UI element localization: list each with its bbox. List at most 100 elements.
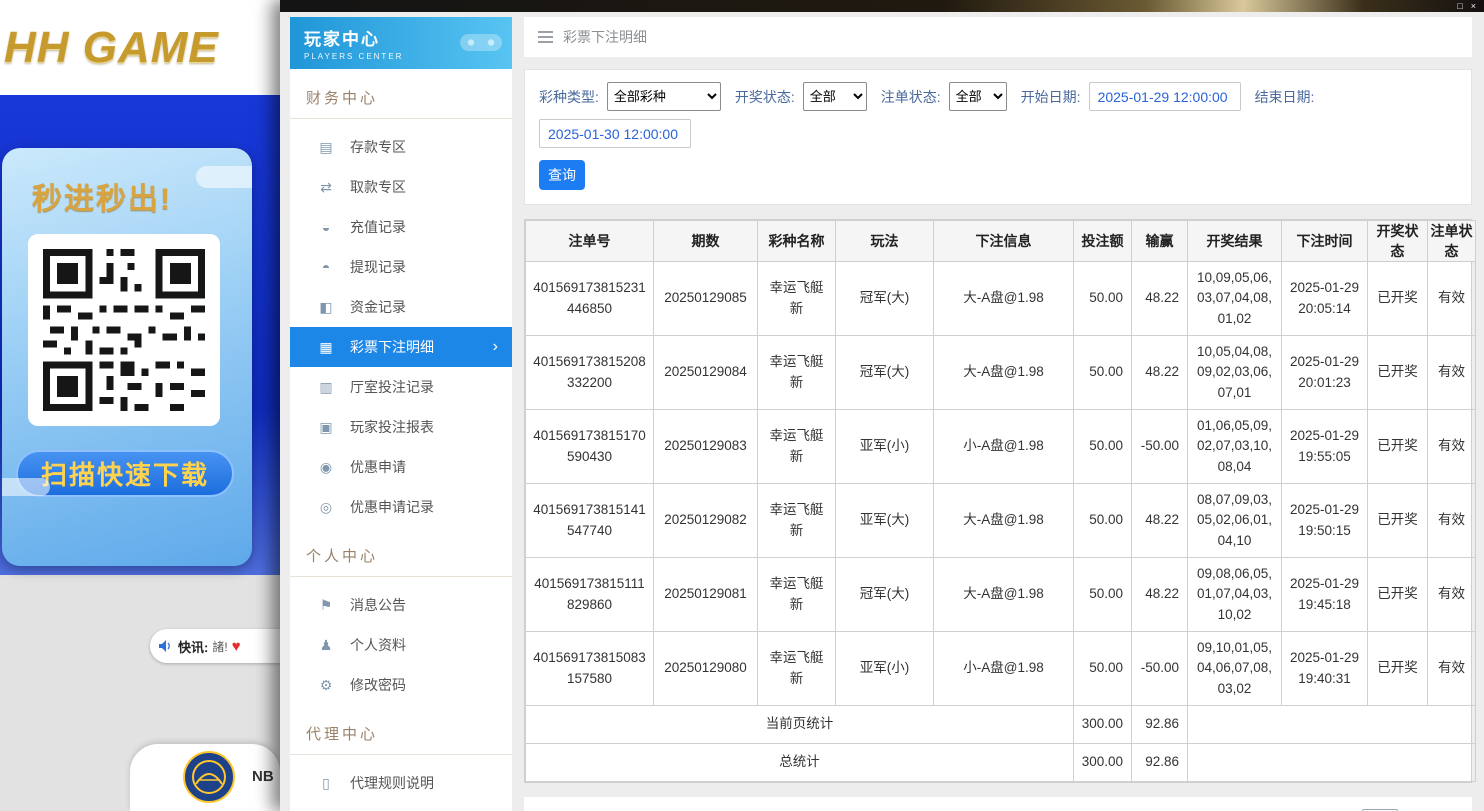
- qr-code: [28, 234, 220, 426]
- cell: 01,06,05,09,02,07,03,10,08,04: [1188, 410, 1282, 484]
- nba-team-logo: [182, 750, 236, 809]
- table-footer: 每页显示20条 共6条 首页 上一页 1 下一页 第 页 跳转: [524, 797, 1472, 811]
- cell: 亚军(小): [836, 410, 934, 484]
- summary-label: 当前页统计: [526, 706, 1074, 744]
- sidebar-item-hall-bet-record[interactable]: ▥ 厅室投注记录: [290, 367, 512, 407]
- cell: -50.00: [1132, 632, 1188, 706]
- sidebar-item-profile[interactable]: ♟个人资料: [290, 625, 512, 665]
- sidebar: 玩家中心 PLAYERS CENTER 财务中心▤存款专区⇄取款专区◒充值记录◓…: [290, 17, 512, 811]
- cell: 2025-01-29 19:55:05: [1282, 410, 1368, 484]
- recharge-record-icon: ◒: [318, 219, 334, 235]
- cell: 亚军(小): [836, 632, 934, 706]
- sidebar-item-promo-apply-record[interactable]: ◎优惠申请记录: [290, 487, 512, 527]
- column-header: 开奖状态: [1368, 221, 1428, 262]
- sidebar-menu: 财务中心▤存款专区⇄取款专区◒充值记录◓提现记录◧资金记录▦彩票下注明细›▥厅室…: [290, 81, 512, 811]
- sidebar-item-label: 资金记录: [350, 297, 406, 317]
- cell: 已开奖: [1368, 262, 1428, 336]
- cell: 08,07,09,03,05,02,06,01,04,10: [1188, 484, 1282, 558]
- cell: 2025-01-29 19:40:31: [1282, 632, 1368, 706]
- cell: 20250129080: [654, 632, 758, 706]
- sidebar-item-withdrawal-record[interactable]: ◓提现记录: [290, 247, 512, 287]
- cell: 冠军(大): [836, 558, 934, 632]
- cell: 已开奖: [1368, 410, 1428, 484]
- sidebar-item-promo-apply[interactable]: ◉ 优惠申请: [290, 447, 512, 487]
- cell: 09,10,01,05,04,06,07,08,03,02: [1188, 632, 1282, 706]
- sidebar-item-funds-record[interactable]: ◧资金记录: [290, 287, 512, 327]
- sidebar-item-agent-rules[interactable]: ▯代理规则说明: [290, 763, 512, 803]
- news-ticker: 快讯: 諸! ♥: [150, 629, 280, 663]
- hamburger-menu-icon[interactable]: [538, 28, 553, 46]
- sidebar-item-agent-team-stats[interactable]: ▥代理团队统计: [290, 803, 512, 811]
- column-header: 输赢: [1132, 221, 1188, 262]
- sidebar-item-player-bet-report[interactable]: ▣玩家投注报表: [290, 407, 512, 447]
- cell: 48.22: [1132, 262, 1188, 336]
- sidebar-section-title: 财务中心: [290, 81, 512, 119]
- sidebar-item-label: 彩票下注明细: [350, 337, 434, 357]
- sidebar-item-change-password[interactable]: ⚙修改密码: [290, 665, 512, 705]
- summary-empty: [1188, 706, 1476, 744]
- sidebar-item-deposit[interactable]: ▤ 存款专区: [290, 127, 512, 167]
- deposit-icon: ▤: [318, 139, 334, 156]
- window-titlebar: □ ×: [280, 0, 1484, 12]
- sidebar-item-announcement[interactable]: ⚑消息公告: [290, 585, 512, 625]
- ticker-label: 快讯:: [178, 637, 208, 656]
- cell: 48.22: [1132, 336, 1188, 410]
- table-row: 40156917381508315758020250129080幸运飞艇新亚军(…: [526, 632, 1476, 706]
- cell: 有效: [1428, 410, 1476, 484]
- sidebar-item-label: 厅室投注记录: [350, 377, 434, 397]
- summary-winloss-total: 92.86: [1132, 744, 1188, 782]
- bet-status-label: 注单状态:: [881, 87, 941, 107]
- bet-status-select[interactable]: 全部: [949, 82, 1007, 111]
- cell: 已开奖: [1368, 558, 1428, 632]
- cell: 401569173815111829860: [526, 558, 654, 632]
- cell: 大-A盘@1.98: [934, 262, 1074, 336]
- summary-row: 当前页统计300.0092.86: [526, 706, 1476, 744]
- sidebar-item-withdraw[interactable]: ⇄取款专区: [290, 167, 512, 207]
- ticker-text: 諸!: [212, 638, 227, 655]
- query-button[interactable]: 查询: [539, 160, 585, 190]
- lottery-bet-detail-icon: ▦: [318, 339, 334, 356]
- cell: 10,05,04,08,09,02,03,06,07,01: [1188, 336, 1282, 410]
- sidebar-item-recharge-record[interactable]: ◒ 充值记录: [290, 207, 512, 247]
- end-date-input[interactable]: [539, 119, 691, 148]
- cell: 幸运飞艇新: [758, 558, 836, 632]
- sidebar-item-label: 优惠申请: [350, 457, 406, 477]
- nba-card: NB: [130, 744, 280, 811]
- table-header-row: 注单号期数彩种名称玩法下注信息投注额输赢开奖结果下注时间开奖状态注单状态: [526, 221, 1476, 262]
- background-page: HH GAME 秒进秒出! 扫描快速下载: [0, 0, 280, 811]
- cell: 50.00: [1074, 558, 1132, 632]
- table-row: 40156917381523144685020250129085幸运飞艇新冠军(…: [526, 262, 1476, 336]
- start-date-label: 开始日期:: [1021, 87, 1081, 107]
- sidebar-item-label: 修改密码: [350, 675, 406, 695]
- lottery-type-select[interactable]: 全部彩种: [607, 82, 721, 111]
- sidebar-section-title: 个人中心: [290, 539, 512, 577]
- summary-row: 总统计300.0092.86: [526, 744, 1476, 782]
- promo-apply-icon: ◉: [318, 459, 334, 476]
- column-header: 期数: [654, 221, 758, 262]
- summary-bet-total: 300.00: [1074, 706, 1132, 744]
- speaker-icon: [158, 639, 174, 653]
- cell: 2025-01-29 20:05:14: [1282, 262, 1368, 336]
- table-row: 40156917381514154774020250129082幸运飞艇新亚军(…: [526, 484, 1476, 558]
- sidebar-item-lottery-bet-detail[interactable]: ▦彩票下注明细›: [290, 327, 512, 367]
- bet-table: 注单号期数彩种名称玩法下注信息投注额输赢开奖结果下注时间开奖状态注单状态 401…: [525, 220, 1476, 782]
- lottery-type-label: 彩种类型:: [539, 87, 599, 107]
- cell: 小-A盘@1.98: [934, 632, 1074, 706]
- cell: 冠军(大): [836, 336, 934, 410]
- hall-bet-record-icon: ▥: [318, 379, 334, 396]
- draw-status-select[interactable]: 全部: [803, 82, 867, 111]
- cloud-decoration: [196, 166, 252, 188]
- sidebar-item-label: 存款专区: [350, 137, 406, 157]
- cell: 已开奖: [1368, 632, 1428, 706]
- heart-icon: ♥: [232, 638, 241, 655]
- promo-apply-record-icon: ◎: [318, 499, 334, 516]
- start-date-input[interactable]: [1089, 82, 1241, 111]
- cell: 50.00: [1074, 262, 1132, 336]
- cell: 401569173815208332200: [526, 336, 654, 410]
- close-icon[interactable]: ×: [1471, 0, 1476, 12]
- breadcrumb: 彩票下注明细: [524, 17, 1472, 57]
- cell: 09,08,06,05,01,07,04,03,10,02: [1188, 558, 1282, 632]
- cell: 幸运飞艇新: [758, 262, 836, 336]
- minimize-icon[interactable]: □: [1457, 0, 1462, 12]
- sidebar-item-label: 充值记录: [350, 217, 406, 237]
